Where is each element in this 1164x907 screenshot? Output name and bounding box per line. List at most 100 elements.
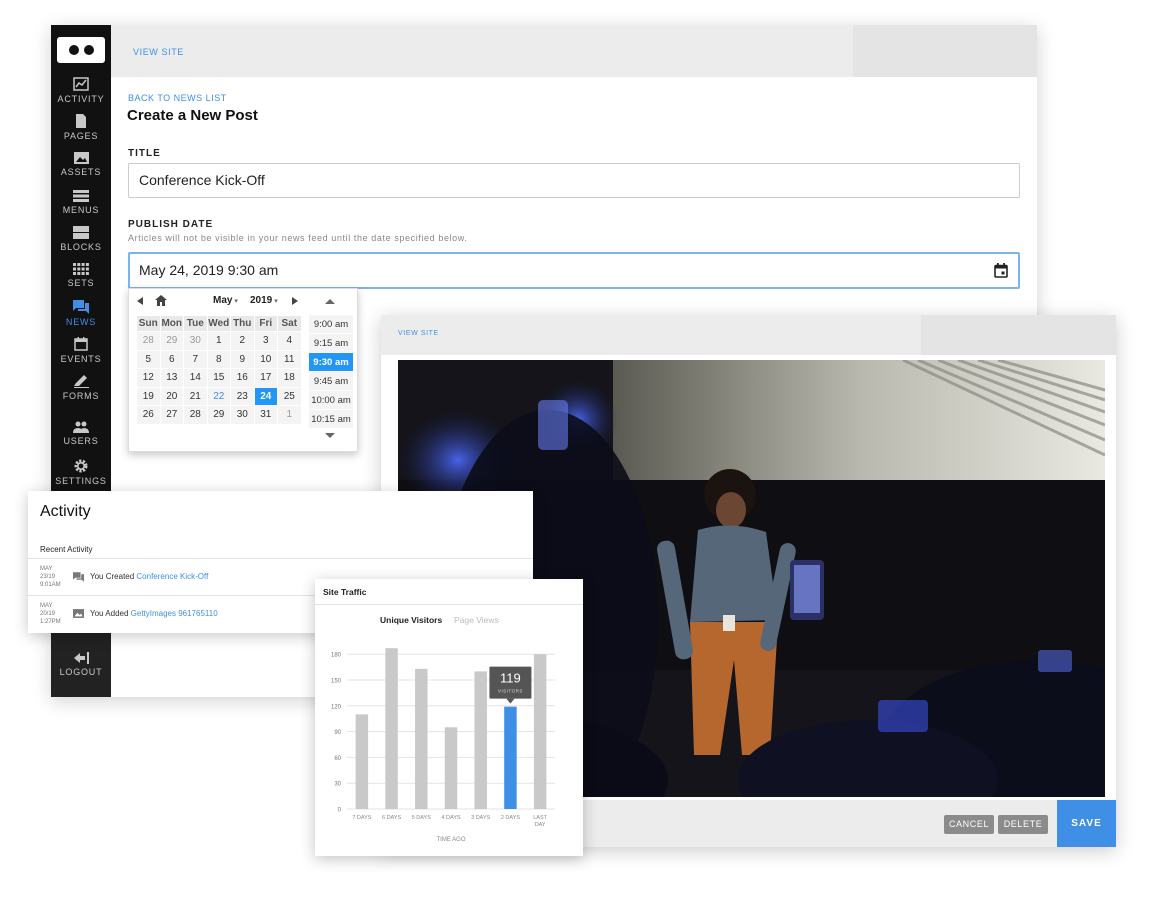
time-scroll-up-icon[interactable]: [325, 299, 335, 304]
calendar-day[interactable]: 17: [253, 368, 278, 388]
sidebar-item-label: FORMS: [62, 391, 100, 401]
publish-date-input[interactable]: May 24, 2019 9:30 am: [128, 252, 1020, 289]
sidebar-item-label: BLOCKS: [60, 242, 102, 252]
calendar-day[interactable]: 8: [206, 349, 231, 369]
calendar-day[interactable]: 25: [277, 386, 302, 406]
brand-logo[interactable]: [57, 37, 105, 63]
title-input[interactable]: Conference Kick-Off: [128, 163, 1020, 198]
calendar-day[interactable]: 10: [253, 349, 278, 369]
time-option[interactable]: 9:30 am: [309, 353, 353, 372]
calendar-day[interactable]: 29: [159, 331, 184, 351]
calendar-day[interactable]: 28: [183, 405, 208, 425]
sidebar-item-news[interactable]: NEWS: [51, 300, 111, 327]
calendar-day[interactable]: 29: [206, 405, 231, 425]
calendar-day[interactable]: 26: [136, 405, 161, 425]
year-value: 2019: [250, 295, 273, 306]
sidebar-item-assets[interactable]: ASSETS: [51, 152, 111, 177]
time-option[interactable]: 10:00 am: [309, 391, 353, 410]
activity-date-time: 1:27PM: [40, 619, 61, 625]
activity-link[interactable]: Conference Kick-Off: [136, 572, 208, 581]
tab-unique-visitors[interactable]: Unique Visitors: [380, 615, 442, 625]
calendar-day[interactable]: 11: [277, 349, 302, 369]
back-to-news-list-link[interactable]: BACK TO NEWS LIST: [128, 93, 227, 103]
sidebar-item-menus[interactable]: MENUS: [51, 190, 111, 215]
calendar-day[interactable]: 28: [136, 331, 161, 351]
calendar-day[interactable]: 13: [159, 368, 184, 388]
sidebar-item-users[interactable]: USERS: [51, 421, 111, 446]
activity-date-month: MAY: [40, 566, 53, 572]
calendar-day[interactable]: 31: [253, 405, 278, 425]
calendar-day[interactable]: 9: [230, 349, 255, 369]
y-tick-label: 60: [334, 756, 341, 762]
calendar-day[interactable]: 1: [206, 331, 231, 351]
sidebar-item-blocks[interactable]: BLOCKS: [51, 226, 111, 252]
cancel-button[interactable]: CANCEL: [944, 815, 994, 834]
page-title: Create a New Post: [127, 107, 258, 124]
calendar-day[interactable]: 30: [183, 331, 208, 351]
sidebar-item-activity[interactable]: ACTIVITY: [51, 77, 111, 104]
calendar-day[interactable]: 3: [253, 331, 278, 351]
tab-page-views[interactable]: Page Views: [454, 615, 499, 625]
calendar-day[interactable]: 24: [253, 386, 278, 406]
activity-link[interactable]: GettyImages 961765110: [131, 609, 218, 618]
prev-month-icon[interactable]: [137, 297, 143, 305]
calendar-day[interactable]: 22: [206, 386, 231, 406]
calendar-day[interactable]: 19: [136, 386, 161, 406]
delete-button[interactable]: DELETE: [998, 815, 1048, 834]
sidebar-item-events[interactable]: EVENTS: [51, 337, 111, 364]
save-button[interactable]: SAVE: [1057, 800, 1116, 847]
month-select[interactable]: May ▾: [213, 295, 238, 306]
sidebar-item-label: NEWS: [65, 317, 97, 327]
activity-text: You Added GettyImages 961765110: [90, 609, 218, 618]
time-option[interactable]: 9:45 am: [309, 372, 353, 391]
calendar-day[interactable]: 16: [230, 368, 255, 388]
time-scroll-down-icon[interactable]: [325, 433, 335, 438]
calendar-day[interactable]: 27: [159, 405, 184, 425]
menu-list-icon: [73, 190, 89, 202]
image-icon: [73, 152, 89, 164]
sidebar-item-label: EVENTS: [60, 354, 102, 364]
calendar-day[interactable]: 30: [230, 405, 255, 425]
page-icon: [76, 114, 86, 128]
image-top-bar: VIEW SITE: [381, 315, 1116, 355]
sidebar-item-sets[interactable]: SETS: [51, 263, 111, 288]
activity-action: You Added: [90, 609, 131, 618]
chart-tooltip-label: VISITORS: [498, 689, 523, 694]
activity-action: You Created: [90, 572, 137, 581]
calendar-day[interactable]: 14: [183, 368, 208, 388]
calendar-day[interactable]: 15: [206, 368, 231, 388]
calendar-day[interactable]: 18: [277, 368, 302, 388]
calendar-day[interactable]: 5: [136, 349, 161, 369]
time-option[interactable]: 10:15 am: [309, 410, 353, 429]
x-tick-label: LAST: [533, 815, 547, 821]
calendar-day[interactable]: 7: [183, 349, 208, 369]
calendar-day[interactable]: 21: [183, 386, 208, 406]
logout-button[interactable]: LOGOUT: [51, 652, 111, 677]
x-tick-label: 4 DAYS: [441, 815, 460, 821]
site-traffic-card: Site Traffic Unique Visitors Page Views …: [315, 579, 583, 856]
calendar-day[interactable]: 20: [159, 386, 184, 406]
view-site-link[interactable]: VIEW SITE: [133, 47, 184, 57]
sidebar-item-forms[interactable]: FORMS: [51, 375, 111, 401]
image-icon: [73, 609, 84, 618]
calendar-day[interactable]: 12: [136, 368, 161, 388]
month-value: May: [213, 295, 233, 306]
sidebar-item-settings[interactable]: SETTINGS: [51, 459, 111, 486]
time-option[interactable]: 9:00 am: [309, 315, 353, 334]
calendar-icon[interactable]: [994, 263, 1008, 278]
logout-label: LOGOUT: [59, 667, 103, 677]
home-icon[interactable]: [155, 295, 167, 306]
sidebar-item-pages[interactable]: PAGES: [51, 114, 111, 141]
next-month-icon[interactable]: [292, 297, 298, 305]
view-site-link[interactable]: VIEW SITE: [398, 330, 439, 337]
calendar-day[interactable]: 4: [277, 331, 302, 351]
year-select[interactable]: 2019 ▾: [250, 295, 278, 306]
top-bar-shade: [853, 25, 1037, 77]
chart-bar: [385, 648, 398, 809]
calendar-day[interactable]: 2: [230, 331, 255, 351]
calendar-day[interactable]: 6: [159, 349, 184, 369]
calendar-day[interactable]: 1: [277, 405, 302, 425]
site-traffic-header: Site Traffic: [315, 579, 583, 605]
time-option[interactable]: 9:15 am: [309, 334, 353, 353]
calendar-day[interactable]: 23: [230, 386, 255, 406]
